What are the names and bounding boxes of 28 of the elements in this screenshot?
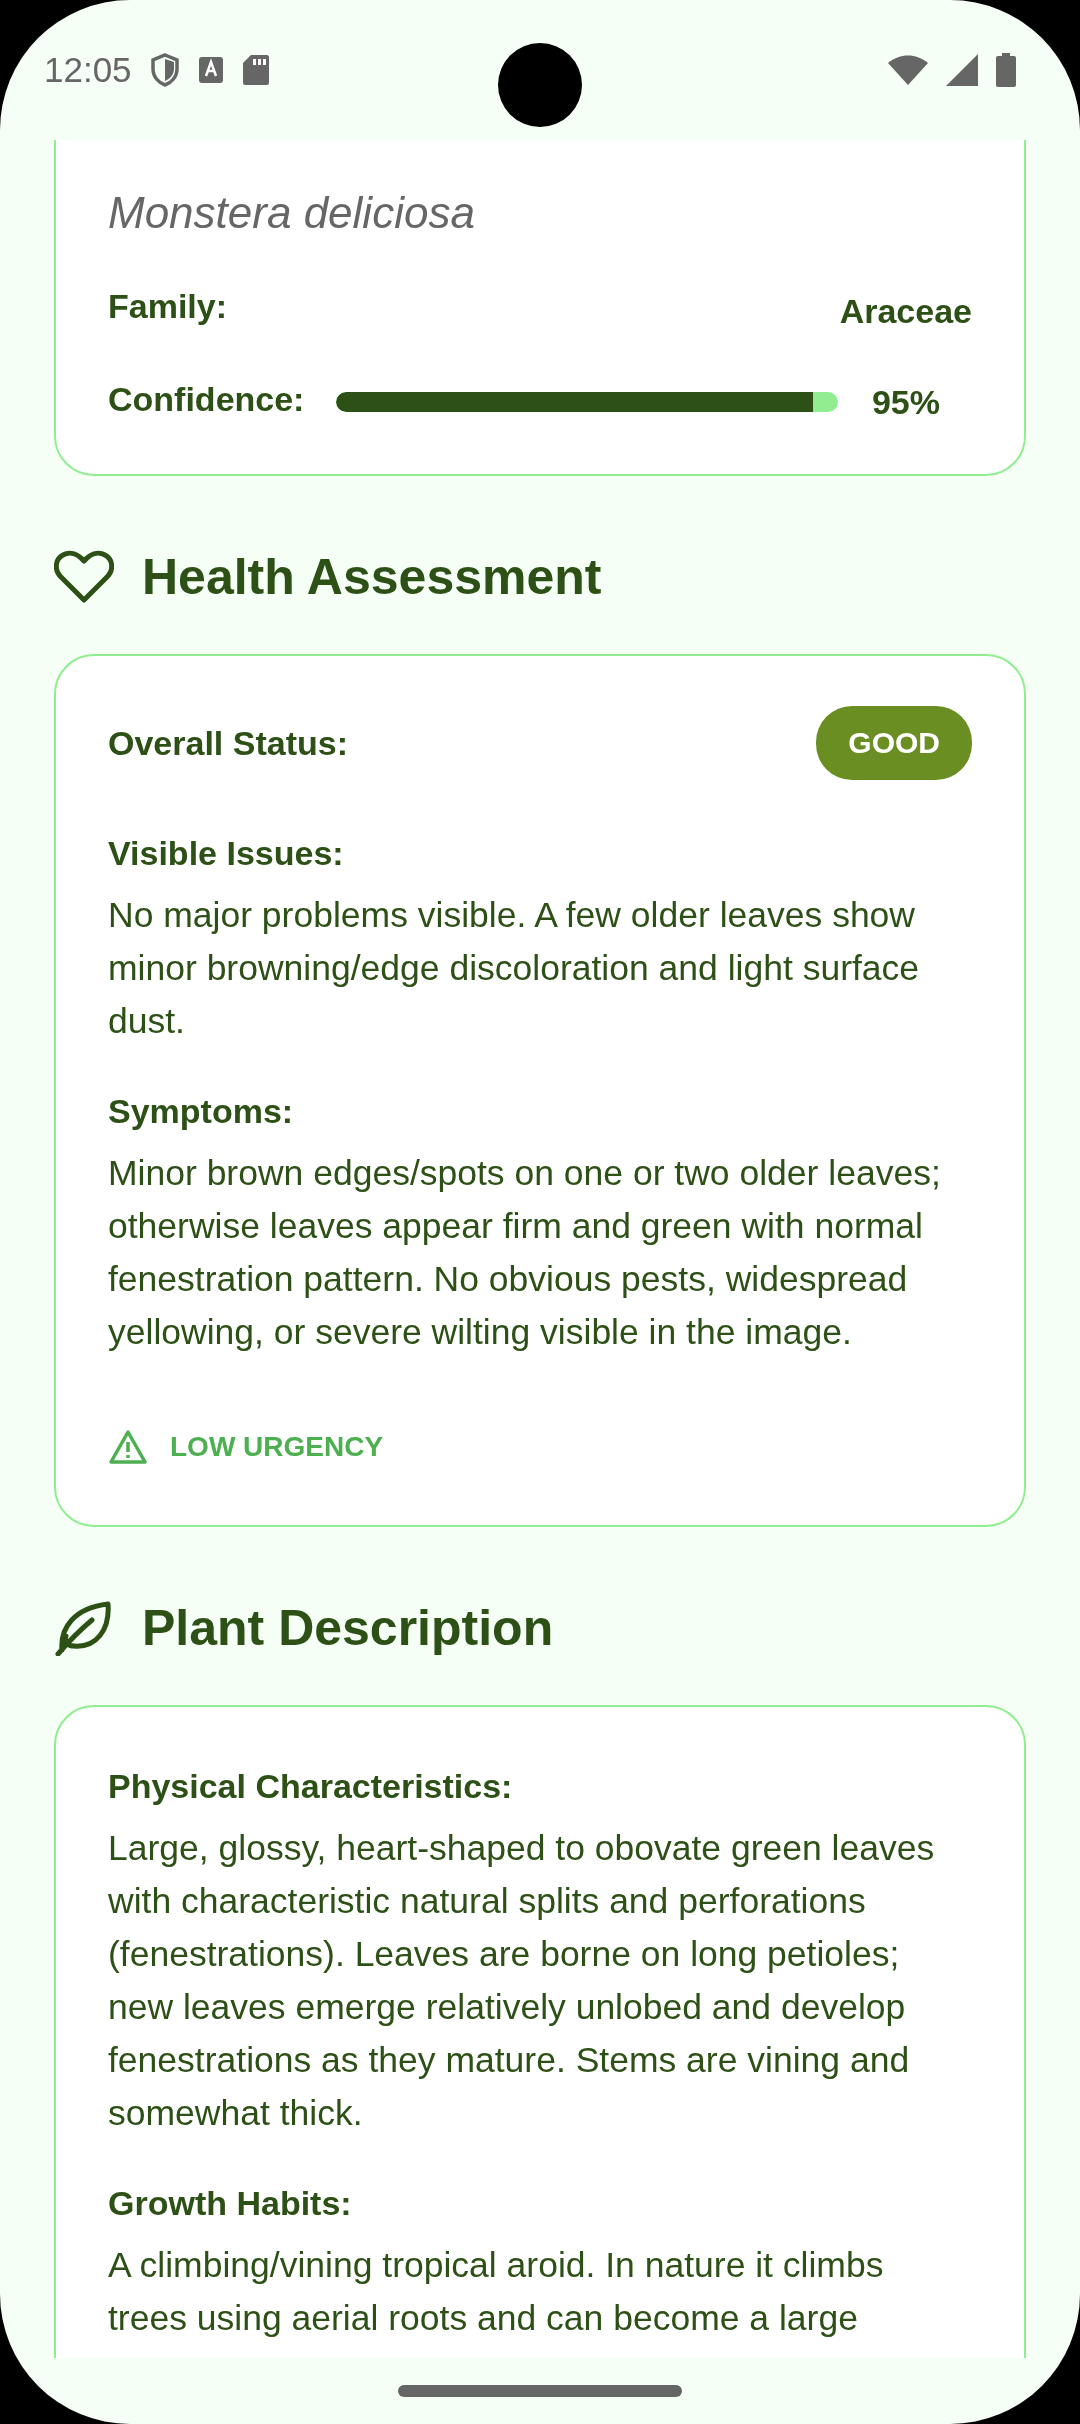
status-badge: GOOD <box>816 706 972 780</box>
section-text: Large, glossy, heart-shaped to obovate green leaves with characteristic natural splits and perforations (fenestrations). Leaves are borne on long petioles; new leaves emerge relatively unlobed and develop fenestrations as they mature. Stems are vining and somewhat thick. <box>108 1827 936 2135</box>
section-label: Physical Characteristics: <box>108 1767 514 1806</box>
confidence-label: Confidence: <box>108 380 305 419</box>
clock-time: 12:05 <box>44 50 132 90</box>
section-text: A climbing/vining tropical aroid. In nature it climbs trees using aerial roots and can become a large <box>108 2244 885 2340</box>
section-title: Plant Description <box>142 1599 554 1657</box>
signal-icon <box>946 54 978 86</box>
wifi-icon <box>888 55 928 85</box>
section-label: Growth Habits: <box>108 2184 353 2223</box>
scientific-name: Monstera deliciosa <box>108 188 476 238</box>
section-label: Visible Issues: <box>108 834 345 873</box>
section-text: Minor brown edges/spots on one or two older leaves; otherwise leaves appear firm and green with normal fenestration pattern. No obvious pests, widespread yellowing, or severe wilting visible in the image. <box>108 1152 942 1354</box>
section-label: Symptoms: <box>108 1092 295 1131</box>
urgency-label: LOW URGENCY <box>170 1431 384 1463</box>
leaf-icon <box>54 1600 114 1656</box>
home-indicator[interactable] <box>398 2385 682 2397</box>
app-notification-icon <box>197 56 224 84</box>
sd-card-icon <box>241 54 270 86</box>
status-label: Overall Status: <box>108 723 348 763</box>
family-value: Araceae <box>839 292 972 331</box>
battery-icon <box>996 53 1016 87</box>
section-title: Health Assessment <box>142 548 602 606</box>
section-text: No major problems visible. A few older leaves show minor browning/edge discoloration and light surface dust. <box>108 894 921 1043</box>
heart-icon <box>54 550 114 604</box>
confidence-value: 95% <box>871 383 940 422</box>
family-label: Family: <box>108 287 228 326</box>
shield-icon <box>149 53 180 87</box>
